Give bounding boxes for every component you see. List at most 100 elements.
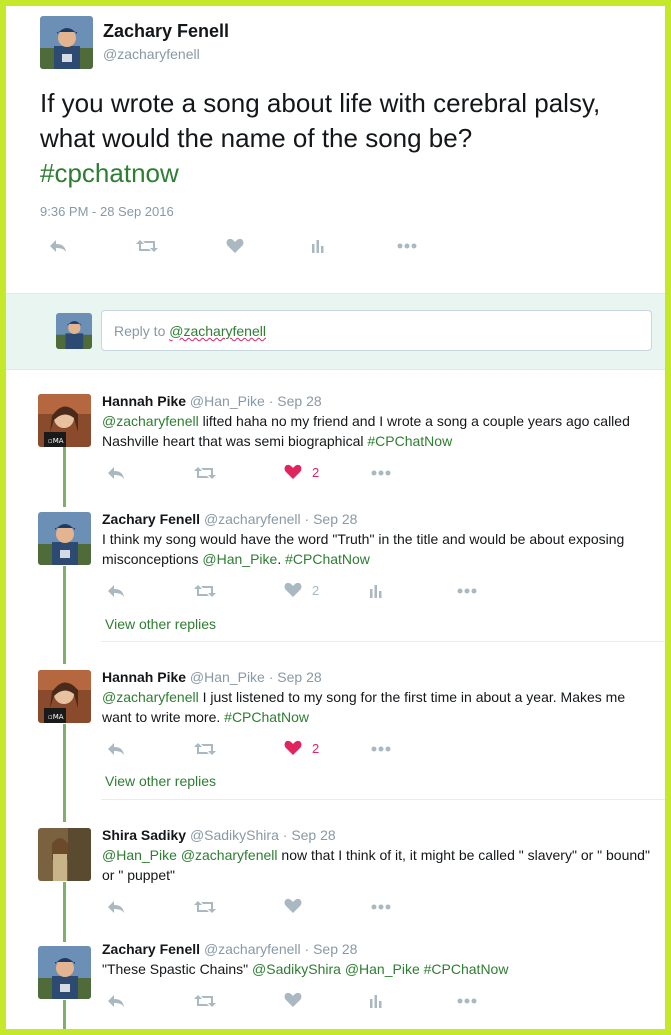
reply-date[interactable]: Sep 28: [277, 669, 321, 685]
separator-dot: ·: [264, 669, 278, 685]
thread-line: [63, 566, 66, 664]
separator-dot: ·: [300, 941, 314, 957]
reply-icon[interactable]: [106, 741, 126, 757]
retweet-icon[interactable]: [194, 583, 216, 599]
reply-body: "These Spastic Chains": [102, 961, 253, 977]
reply-action-bar: [102, 897, 482, 917]
reply-date[interactable]: Sep 28: [313, 941, 357, 957]
retweet-icon[interactable]: [194, 465, 216, 481]
retweet-icon[interactable]: [194, 993, 216, 1009]
reply-input[interactable]: Reply to @zacharyfenell: [101, 310, 652, 351]
reply-author[interactable]: Zachary Fenell @zacharyfenell · Sep 28: [102, 511, 357, 527]
hashtag-link[interactable]: #CPChatNow: [367, 433, 452, 449]
mention-link[interactable]: @Han_Pike: [102, 847, 177, 863]
main-author-handle[interactable]: @zacharyfenell: [103, 46, 200, 62]
reply-action-bar: 2: [102, 463, 482, 483]
like-count: 2: [312, 465, 320, 480]
hashtag-link[interactable]: #CPChatNow: [285, 551, 370, 567]
reply-date[interactable]: Sep 28: [291, 827, 335, 843]
view-other-replies-link[interactable]: View other replies: [105, 773, 216, 789]
main-author-name[interactable]: Zachary Fenell: [103, 21, 229, 42]
retweet-icon[interactable]: [136, 238, 158, 254]
heart-icon[interactable]: [284, 582, 302, 598]
mention-link[interactable]: @Han_Pike: [345, 961, 420, 977]
mention-link[interactable]: @zacharyfenell: [181, 847, 278, 863]
reply-text: @zacharyfenell lifted haha no my friend …: [102, 411, 652, 451]
thread-line: [63, 1000, 66, 1029]
reply-icon[interactable]: [106, 465, 126, 481]
thread-line: [63, 447, 66, 507]
reply-author-handle[interactable]: @SadikyShira: [190, 827, 279, 843]
reply-date[interactable]: Sep 28: [313, 511, 357, 527]
divider: [101, 641, 665, 642]
mention-link[interactable]: @zacharyfenell: [102, 689, 199, 705]
reply-author[interactable]: Hannah Pike @Han_Pike · Sep 28: [102, 393, 322, 409]
reply-avatar[interactable]: [38, 828, 91, 881]
mention-link[interactable]: @Han_Pike: [202, 551, 277, 567]
main-tweet-text: If you wrote a song about life with cere…: [40, 86, 640, 191]
like-count: 2: [312, 583, 320, 598]
svg-text:▫MA: ▫MA: [48, 713, 64, 721]
reply-author-name[interactable]: Hannah Pike: [102, 393, 186, 409]
reply-author-name[interactable]: Zachary Fenell: [102, 511, 200, 527]
analytics-icon[interactable]: [368, 993, 384, 1009]
more-icon[interactable]: [456, 993, 478, 1009]
mention-link[interactable]: @SadikyShira: [252, 961, 341, 977]
heart-icon[interactable]: [284, 992, 302, 1008]
heart-icon[interactable]: [284, 740, 302, 756]
reply-author-handle[interactable]: @zacharyfenell: [204, 511, 301, 527]
reply-author-handle[interactable]: @Han_Pike: [190, 669, 265, 685]
reply-author-handle[interactable]: @zacharyfenell: [204, 941, 301, 957]
like-count: 2: [312, 741, 320, 756]
separator-dot: ·: [264, 393, 278, 409]
main-tweet-body: If you wrote a song about life with cere…: [40, 88, 601, 153]
mention-link[interactable]: @zacharyfenell: [102, 413, 199, 429]
hashtag-link[interactable]: #CPChatNow: [224, 709, 309, 725]
reply-avatar[interactable]: ▫MA: [38, 670, 91, 723]
svg-text:▫MA: ▫MA: [48, 437, 64, 445]
reply-author[interactable]: Zachary Fenell @zacharyfenell · Sep 28: [102, 941, 357, 957]
retweet-icon[interactable]: [194, 899, 216, 915]
reply-text: @Han_Pike @zacharyfenell now that I thin…: [102, 845, 652, 885]
reply-icon[interactable]: [106, 993, 126, 1009]
reply-placeholder: Reply to: [114, 323, 170, 339]
more-icon[interactable]: [370, 741, 392, 757]
heart-icon[interactable]: [284, 898, 302, 914]
reply-author[interactable]: Shira Sadiky @SadikyShira · Sep 28: [102, 827, 336, 843]
reply-icon[interactable]: [106, 583, 126, 599]
more-icon[interactable]: [370, 465, 392, 481]
analytics-icon[interactable]: [310, 238, 326, 254]
separator-dot: ·: [278, 827, 292, 843]
reply-text: "These Spastic Chains" @SadikyShira @Han…: [102, 959, 652, 979]
reply-avatar[interactable]: [38, 512, 91, 565]
analytics-icon[interactable]: [368, 583, 384, 599]
heart-icon[interactable]: [284, 464, 302, 480]
reply-date[interactable]: Sep 28: [277, 393, 321, 409]
main-avatar[interactable]: [40, 16, 93, 69]
reply-icon[interactable]: [106, 899, 126, 915]
divider: [101, 799, 665, 800]
thread-line: [63, 724, 66, 822]
thread-line: [63, 882, 66, 942]
reply-author-name[interactable]: Hannah Pike: [102, 669, 186, 685]
main-timestamp[interactable]: 9:36 PM - 28 Sep 2016: [40, 204, 174, 219]
reply-avatar[interactable]: [38, 946, 91, 999]
heart-icon[interactable]: [226, 238, 244, 254]
reply-action-bar: 2: [102, 739, 482, 759]
reply-icon[interactable]: [48, 238, 68, 254]
reply-author-name[interactable]: Zachary Fenell: [102, 941, 200, 957]
view-other-replies-link[interactable]: View other replies: [105, 616, 216, 632]
more-icon[interactable]: [370, 899, 392, 915]
reply-body-tail: .: [277, 551, 286, 567]
retweet-icon[interactable]: [194, 741, 216, 757]
composer-avatar: [56, 313, 92, 349]
hashtag-link[interactable]: #CPChatNow: [424, 961, 509, 977]
main-hashtag-link[interactable]: #cpchatnow: [40, 158, 179, 188]
more-icon[interactable]: [396, 238, 418, 254]
reply-author[interactable]: Hannah Pike @Han_Pike · Sep 28: [102, 669, 322, 685]
reply-avatar[interactable]: ▫MA: [38, 394, 91, 447]
reply-action-bar: [102, 991, 482, 1011]
more-icon[interactable]: [456, 583, 478, 599]
reply-author-name[interactable]: Shira Sadiky: [102, 827, 186, 843]
reply-author-handle[interactable]: @Han_Pike: [190, 393, 265, 409]
